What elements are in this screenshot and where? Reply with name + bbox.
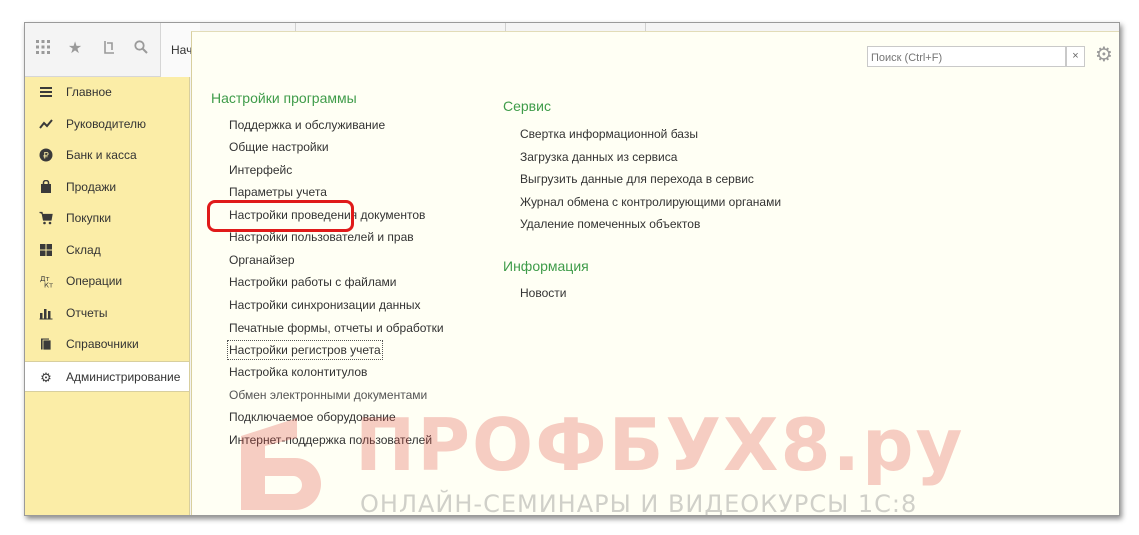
sidebar-item-label: Операции — [66, 274, 123, 288]
link-organizer[interactable]: Органайзер — [229, 252, 295, 268]
settings-gear-icon[interactable]: ⚙ — [1095, 44, 1117, 66]
link-export-to-service[interactable]: Выгрузить данные для перехода в сервис — [520, 171, 754, 187]
sidebar-item-label: Главное — [66, 85, 112, 99]
sidebar-item-director[interactable]: Руководителю — [25, 109, 189, 141]
link-print-forms[interactable]: Печатные формы, отчеты и обработки — [229, 320, 444, 336]
sidebar-item-label: Банк и касса — [66, 148, 137, 162]
cart-icon — [38, 211, 54, 227]
sidebar-item-label: Администрирование — [66, 369, 181, 384]
sections-sidebar: Главное Руководителю ₽ Банк и касса Прод… — [25, 77, 190, 515]
sidebar-item-administration[interactable]: ⚙ Администрирование — [25, 360, 189, 392]
highlight-accounting-parameters — [207, 200, 354, 232]
link-online-support[interactable]: Интернет-поддержка пользователей — [229, 432, 432, 448]
app-window: ★ Нач Главное Руководителю ₽ Банк и касс… — [24, 22, 1120, 516]
search-icon[interactable] — [131, 39, 151, 59]
search-clear-button[interactable]: × — [1066, 46, 1085, 67]
books-icon — [38, 337, 54, 353]
watermark: ПРОФБУХ8.ру ОНЛАЙН-СЕМИНАРЫ И ВИДЕОКУРСЫ… — [237, 404, 997, 516]
link-file-settings[interactable]: Настройки работы с файлами — [229, 274, 396, 290]
link-news[interactable]: Новости — [520, 285, 566, 301]
administration-panel: × ⚙ Настройки программы Поддержка и обсл… — [191, 31, 1119, 516]
tab-start-label: Нач — [171, 43, 193, 57]
svg-text:Кт: Кт — [44, 282, 53, 289]
section-title-service: Сервис — [503, 98, 551, 114]
link-equipment[interactable]: Подключаемое оборудование — [229, 409, 396, 425]
link-exchange-log[interactable]: Журнал обмена с контролирующими органами — [520, 194, 781, 210]
sidebar-item-directories[interactable]: Справочники — [25, 329, 189, 361]
favorites-star-icon[interactable]: ★ — [65, 39, 85, 59]
ruble-coin-icon: ₽ — [38, 148, 54, 164]
sidebar-item-label: Продажи — [66, 179, 117, 194]
svg-text:₽: ₽ — [43, 152, 49, 162]
link-edi[interactable]: Обмен электронными документами — [229, 387, 427, 403]
apps-grid-icon[interactable] — [33, 39, 53, 59]
watermark-brand: ПРОФБУХ8.ру — [355, 403, 965, 487]
sidebar-item-label: Руководителю — [66, 116, 147, 131]
bar-chart-icon — [38, 306, 54, 322]
link-load-from-service[interactable]: Загрузка данных из сервиса — [520, 149, 677, 165]
link-db-collapse[interactable]: Свертка информационной базы — [520, 126, 698, 142]
sidebar-item-label: Отчеты — [66, 305, 108, 320]
sidebar-item-sales[interactable]: Продажи — [25, 172, 189, 204]
trend-icon — [38, 117, 54, 133]
history-icon[interactable] — [99, 39, 119, 59]
warehouse-grid-icon — [38, 243, 54, 259]
link-support-maintenance[interactable]: Поддержка и обслуживание — [229, 117, 385, 133]
search-input[interactable] — [867, 46, 1066, 67]
menu-icon — [38, 85, 54, 101]
shopping-bag-icon — [38, 179, 54, 196]
sidebar-item-bank[interactable]: ₽ Банк и касса — [25, 140, 189, 172]
link-register-settings[interactable]: Настройки регистров учета — [227, 340, 383, 360]
link-accounting-parameters[interactable]: Параметры учета — [229, 184, 327, 200]
watermark-tagline: ОНЛАЙН-СЕМИНАРЫ И ВИДЕОКУРСЫ 1С:8 — [360, 490, 918, 516]
sidebar-item-reports[interactable]: Отчеты — [25, 298, 189, 330]
sidebar-item-warehouse[interactable]: Склад — [25, 235, 189, 267]
link-headers-footers[interactable]: Настройка колонтитулов — [229, 364, 367, 380]
gear-icon: ⚙ — [40, 369, 52, 385]
operations-icon: Дт Кт — [38, 274, 54, 290]
sidebar-item-purchases[interactable]: Покупки — [25, 203, 189, 235]
link-delete-marked[interactable]: Удаление помеченных объектов — [520, 216, 700, 232]
sidebar-item-main[interactable]: Главное — [25, 77, 189, 109]
sidebar-item-label: Справочники — [66, 337, 139, 351]
section-title-program-settings: Настройки программы — [211, 90, 357, 106]
sidebar-item-label: Склад — [66, 242, 101, 257]
link-interface[interactable]: Интерфейс — [229, 162, 292, 178]
section-title-information: Информация — [503, 258, 589, 274]
link-general-settings[interactable]: Общие настройки — [229, 139, 329, 155]
link-sync-settings[interactable]: Настройки синхронизации данных — [229, 297, 421, 313]
watermark-logo — [241, 418, 321, 510]
sidebar-item-operations[interactable]: Дт Кт Операции — [25, 266, 189, 298]
sidebar-item-label: Покупки — [66, 211, 112, 225]
